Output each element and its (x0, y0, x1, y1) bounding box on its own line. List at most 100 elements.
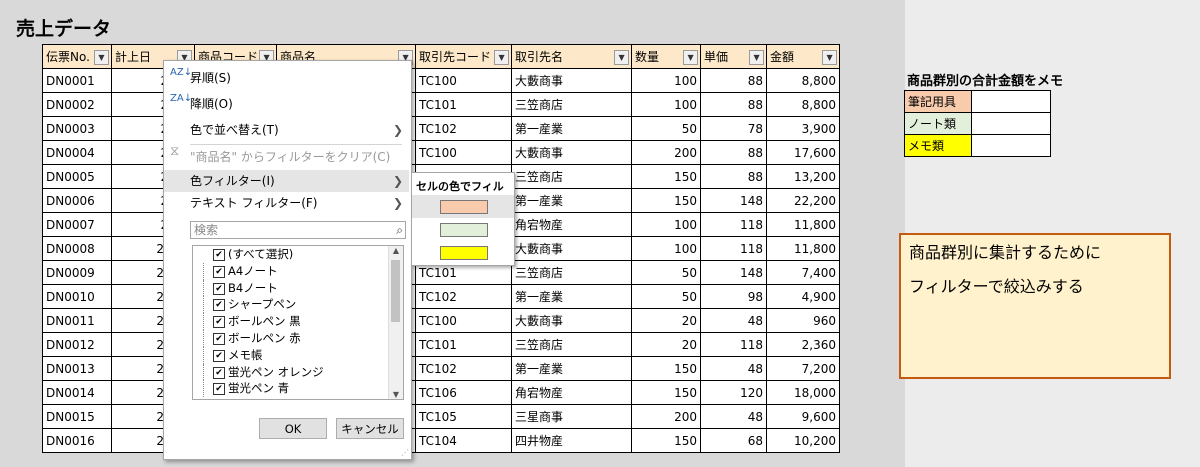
table-cell[interactable]: DN0011 (42, 308, 112, 333)
table-cell[interactable]: 150 (631, 380, 702, 405)
table-cell[interactable]: DN0008 (42, 236, 112, 261)
color-swatch-item[interactable] (412, 241, 514, 264)
table-cell[interactable]: 118 (700, 236, 768, 261)
table-cell[interactable]: DN0003 (42, 116, 112, 141)
table-cell[interactable]: DN0015 (42, 404, 112, 429)
table-cell[interactable]: 88 (700, 92, 768, 117)
checkbox-checked-icon[interactable]: ✔ (213, 332, 225, 345)
table-cell[interactable]: DN0010 (42, 284, 112, 309)
table-cell[interactable]: DN0005 (42, 164, 112, 189)
checkbox-checked-icon[interactable]: ✔ (213, 349, 225, 362)
table-cell[interactable]: DN0004 (42, 140, 112, 165)
table-cell[interactable]: 200 (631, 140, 702, 165)
table-cell[interactable]: 120 (700, 380, 768, 405)
table-cell[interactable]: 150 (631, 164, 702, 189)
table-cell[interactable]: 148 (700, 188, 768, 213)
cancel-button[interactable]: キャンセル (336, 418, 404, 439)
table-cell[interactable]: TC101 (415, 92, 513, 117)
table-cell[interactable]: 三星商事 (511, 404, 633, 429)
filter-dropdown-icon[interactable]: ▼ (749, 50, 765, 65)
memo-value[interactable] (971, 112, 1051, 135)
table-cell[interactable]: DN0009 (42, 260, 112, 285)
table-cell[interactable]: 第一産業 (511, 284, 633, 309)
resize-grip-icon[interactable]: ⋰ (401, 448, 409, 457)
filter-list-item[interactable]: ✔ 蛍光ペン 青 (193, 380, 403, 398)
table-cell[interactable]: 4,900 (766, 284, 841, 309)
table-cell[interactable]: DN0001 (42, 68, 112, 93)
list-scrollbar[interactable]: ▲ ▼ (388, 246, 403, 399)
filter-list-item[interactable]: ✔ ボールペン 黒 (193, 313, 403, 330)
memo-label[interactable]: 筆記用具 (904, 90, 972, 113)
table-cell[interactable]: 17,600 (766, 140, 841, 165)
table-cell[interactable]: DN0014 (42, 380, 112, 405)
table-cell[interactable]: 48 (700, 356, 768, 381)
table-cell[interactable]: 大藪商事 (511, 140, 633, 165)
table-cell[interactable]: 角宕物産 (511, 212, 633, 237)
table-cell[interactable]: 7,200 (766, 356, 841, 381)
filter-dropdown-icon[interactable]: ▼ (494, 50, 510, 65)
table-cell[interactable]: 88 (700, 140, 768, 165)
table-cell[interactable]: 角宕物産 (511, 380, 633, 405)
memo-value[interactable] (971, 90, 1051, 113)
table-cell[interactable]: 3,900 (766, 116, 841, 141)
table-cell[interactable]: 100 (631, 92, 702, 117)
table-cell[interactable]: 三笠商店 (511, 260, 633, 285)
table-cell[interactable]: 50 (631, 116, 702, 141)
filter-list-item[interactable]: ✔ 蛍光ペン オレンジ (193, 363, 403, 381)
table-cell[interactable]: 11,800 (766, 212, 841, 237)
table-cell[interactable]: 50 (631, 260, 702, 285)
table-cell[interactable]: 四井物産 (511, 428, 633, 453)
table-cell[interactable]: 68 (700, 428, 768, 453)
scroll-down-icon[interactable]: ▼ (389, 390, 403, 399)
filter-dropdown-icon[interactable]: ▼ (614, 50, 630, 65)
table-cell[interactable]: 大藪商事 (511, 68, 633, 93)
scroll-up-icon[interactable]: ▲ (389, 246, 403, 255)
filter-list-item[interactable]: ✔ A4ノート (193, 262, 403, 280)
table-cell[interactable]: 960 (766, 308, 841, 333)
table-cell[interactable]: 48 (700, 308, 768, 333)
search-input[interactable]: 検索 ⌕ (190, 221, 406, 239)
table-cell[interactable]: 第一産業 (511, 116, 633, 141)
color-swatch-item[interactable] (412, 218, 514, 241)
table-cell[interactable]: 8,800 (766, 92, 841, 117)
table-cell[interactable]: 100 (631, 212, 702, 237)
table-cell[interactable]: TC106 (415, 380, 513, 405)
table-cell[interactable]: DN0007 (42, 212, 112, 237)
memo-label[interactable]: ノート類 (904, 112, 972, 135)
table-cell[interactable]: 150 (631, 188, 702, 213)
table-cell[interactable]: DN0012 (42, 332, 112, 357)
table-cell[interactable]: 148 (700, 260, 768, 285)
table-cell[interactable]: TC102 (415, 284, 513, 309)
table-cell[interactable]: 2,360 (766, 332, 841, 357)
checkbox-checked-icon[interactable]: ✔ (213, 282, 225, 295)
table-cell[interactable]: 118 (700, 332, 768, 357)
table-cell[interactable]: 11,800 (766, 236, 841, 261)
table-cell[interactable]: 22,200 (766, 188, 841, 213)
checkbox-checked-icon[interactable]: ✔ (213, 383, 225, 396)
table-cell[interactable]: 150 (631, 356, 702, 381)
checkbox-checked-icon[interactable]: ✔ (213, 265, 225, 278)
table-cell[interactable]: TC105 (415, 404, 513, 429)
filter-list-item[interactable]: ✔ (すべて選択) (193, 246, 403, 263)
table-cell[interactable]: 200 (631, 404, 702, 429)
memo-label[interactable]: メモ類 (904, 134, 972, 157)
filter-list-item[interactable]: ✔ シャープペン (193, 296, 403, 314)
scroll-thumb[interactable] (391, 260, 400, 322)
table-cell[interactable]: 第一産業 (511, 356, 633, 381)
table-cell[interactable]: 88 (700, 68, 768, 93)
table-cell[interactable]: 118 (700, 212, 768, 237)
clear-filter-item[interactable]: ⧖ "商品名" からフィルターをクリア(C) (164, 145, 409, 168)
table-cell[interactable]: 13,200 (766, 164, 841, 189)
text-filter-item[interactable]: テキスト フィルター(F) ❯ (164, 192, 409, 214)
table-cell[interactable]: 三笠商店 (511, 164, 633, 189)
table-cell[interactable]: 9,600 (766, 404, 841, 429)
table-cell[interactable]: TC100 (415, 308, 513, 333)
table-cell[interactable]: 三笠商店 (511, 92, 633, 117)
sort-by-color-item[interactable]: 色で並べ替え(T) ❯ (164, 119, 409, 141)
ok-button[interactable]: OK (259, 418, 327, 439)
table-cell[interactable]: DN0016 (42, 428, 112, 453)
color-filter-item[interactable]: 色フィルター(I) ❯ (164, 170, 409, 192)
filter-list-item[interactable]: ✔ ボールペン 赤 (193, 329, 403, 347)
checkbox-checked-icon[interactable]: ✔ (213, 366, 225, 379)
checkbox-checked-icon[interactable]: ✔ (213, 316, 225, 329)
